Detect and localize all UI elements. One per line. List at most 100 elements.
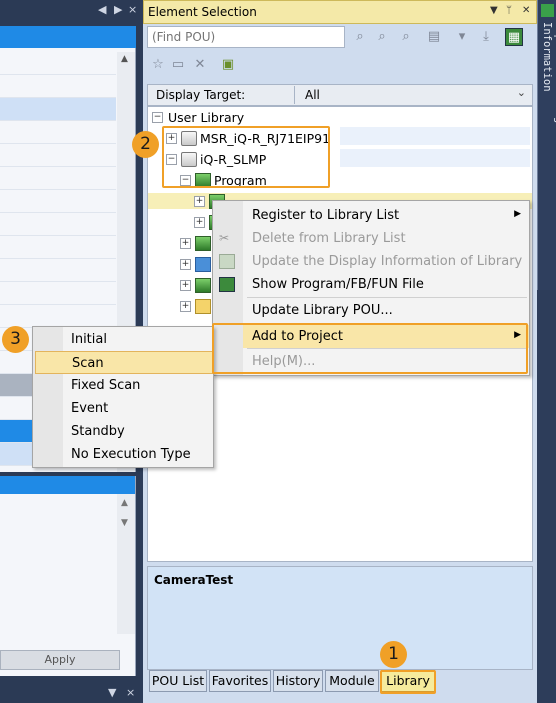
find-previous-icon[interactable]: ⌕ bbox=[351, 28, 369, 46]
scroll-up-icon[interactable]: ▲ bbox=[121, 54, 128, 64]
tree-row-shading bbox=[340, 149, 530, 167]
callout-box-library-tab bbox=[380, 670, 436, 694]
submenu-item-event[interactable]: Event bbox=[35, 397, 213, 420]
menu-item-show-file[interactable]: Show Program/FB/FUN File bbox=[219, 273, 529, 296]
window-titlebar: Element Selection ▼ ᛘ ✕ bbox=[143, 0, 537, 24]
list-item[interactable] bbox=[0, 259, 116, 282]
menu-item-update-library-pou[interactable]: Update Library POU... bbox=[243, 299, 529, 322]
menu-item-update-display-info[interactable]: Update the Display Information of Librar… bbox=[219, 250, 529, 273]
folder-icon[interactable]: ▭ bbox=[169, 56, 187, 74]
submenu-item-fixed-scan[interactable]: Fixed Scan bbox=[35, 374, 213, 397]
vertical-scrollbar[interactable]: ▲ ▼ bbox=[117, 494, 135, 634]
pin-icon[interactable]: ᛘ bbox=[506, 5, 512, 16]
submenu-item-standby[interactable]: Standby bbox=[35, 420, 213, 443]
tab-favorites[interactable]: Favorites bbox=[209, 670, 271, 692]
find-toolbar: ⌕ ⌕ ⌕ ▤ ▾ ⤓ ▦ bbox=[147, 26, 533, 50]
data-type-icon bbox=[195, 278, 211, 293]
list-item[interactable] bbox=[0, 52, 116, 75]
menu-item-register-library[interactable]: Register to Library List ▶ bbox=[243, 204, 529, 227]
filter-icon[interactable]: ▾ bbox=[453, 28, 471, 46]
menu-item-label: Event bbox=[71, 401, 109, 416]
submenu-item-initial[interactable]: Initial bbox=[35, 328, 213, 351]
expand-icon[interactable]: + bbox=[180, 301, 191, 312]
callout-badge-2: 2 bbox=[132, 131, 159, 158]
chevron-down-icon: ⌄ bbox=[516, 86, 526, 99]
folder-icon bbox=[195, 299, 211, 314]
left-detail-header bbox=[0, 476, 135, 494]
tab-module[interactable]: Module bbox=[325, 670, 379, 692]
list-item[interactable] bbox=[0, 282, 116, 305]
info-icon bbox=[541, 4, 554, 17]
delete-icon[interactable]: ✕ bbox=[191, 56, 209, 74]
left-panel-titlebar: ◀ ▶ × bbox=[0, 0, 140, 22]
function-icon bbox=[195, 257, 211, 272]
find-all-icon[interactable]: ⌕ bbox=[397, 28, 415, 46]
tree-node-label: User Library bbox=[168, 110, 245, 125]
delete-library-icon: ✂ bbox=[219, 231, 230, 245]
window-menu-icon[interactable]: ▼ bbox=[490, 5, 498, 16]
tree-row-shading bbox=[340, 127, 530, 145]
menu-item-label: No Execution Type bbox=[71, 447, 191, 462]
display-target-label: Display Target: bbox=[156, 88, 246, 102]
display-icon[interactable]: ▣ bbox=[219, 56, 237, 74]
favorites-toolbar: ☆ ▭ ✕ ▣ bbox=[147, 56, 533, 76]
close-icon[interactable]: ✕ bbox=[522, 5, 530, 16]
expand-icon[interactable]: + bbox=[194, 217, 205, 228]
find-next-icon[interactable]: ⌕ bbox=[373, 28, 391, 46]
close-icon[interactable]: × bbox=[128, 3, 137, 16]
expand-icon[interactable]: + bbox=[194, 196, 205, 207]
menu-item-label: Fixed Scan bbox=[71, 378, 141, 393]
list-item[interactable] bbox=[0, 167, 116, 190]
side-tab-label: Input the Configuration Detailed Informa… bbox=[541, 22, 556, 225]
scroll-up-icon[interactable]: ▲ bbox=[121, 498, 128, 508]
configuration-side-tab[interactable]: Input the Configuration Detailed Informa… bbox=[537, 0, 556, 290]
star-icon[interactable]: ☆ bbox=[149, 56, 167, 74]
list-item[interactable] bbox=[0, 75, 116, 98]
display-target-select[interactable]: All ⌄ bbox=[294, 86, 532, 104]
folder-icon bbox=[195, 236, 211, 251]
callout-badge-1: 1 bbox=[380, 641, 407, 668]
scroll-down-icon[interactable]: ▼ bbox=[121, 518, 128, 528]
list-item[interactable] bbox=[0, 144, 116, 167]
pin-icon[interactable]: ▼ bbox=[108, 686, 116, 699]
find-pou-input[interactable] bbox=[147, 26, 345, 48]
menu-item-label: Standby bbox=[71, 424, 125, 439]
left-panel-bottom-bar: ▼ × bbox=[0, 684, 140, 703]
menu-separator bbox=[247, 297, 527, 298]
settings-icon[interactable]: ▤ bbox=[425, 28, 443, 46]
list-item[interactable] bbox=[0, 213, 116, 236]
list-item[interactable] bbox=[0, 305, 116, 328]
collapse-icon[interactable]: ⤓ bbox=[477, 28, 495, 46]
callout-box-libraries bbox=[162, 126, 330, 188]
menu-item-label: Initial bbox=[71, 332, 107, 347]
callout-box-add-to-project bbox=[212, 323, 528, 374]
tab-history[interactable]: History bbox=[273, 670, 323, 692]
left-panel-header bbox=[0, 26, 136, 48]
expand-icon[interactable]: + bbox=[180, 238, 191, 249]
menu-item-label: Scan bbox=[72, 356, 104, 371]
close-icon[interactable]: × bbox=[126, 686, 135, 699]
tab-next-icon[interactable]: ▶ bbox=[114, 3, 122, 16]
add-to-project-submenu: Initial Scan Fixed Scan Event Standby No… bbox=[32, 326, 214, 468]
menu-item-label: Update Library POU... bbox=[252, 303, 393, 318]
collapse-icon[interactable]: − bbox=[152, 112, 163, 123]
show-file-icon bbox=[219, 277, 235, 292]
update-display-icon bbox=[219, 254, 235, 269]
submenu-item-no-execution-type[interactable]: No Execution Type bbox=[35, 443, 213, 466]
submenu-arrow-icon: ▶ bbox=[514, 209, 521, 219]
menu-item-label: Update the Display Information of Librar… bbox=[252, 254, 523, 269]
menu-item-delete-library[interactable]: ✂ Delete from Library List bbox=[219, 227, 529, 250]
submenu-item-scan[interactable]: Scan bbox=[35, 351, 213, 374]
library-view-icon[interactable]: ▦ bbox=[505, 28, 523, 46]
pin-icon[interactable]: ◀ bbox=[98, 3, 106, 16]
tab-pou-list[interactable]: POU List bbox=[149, 670, 207, 692]
expand-icon[interactable]: + bbox=[180, 259, 191, 270]
expand-icon[interactable]: + bbox=[180, 280, 191, 291]
list-item[interactable] bbox=[0, 121, 116, 144]
list-item[interactable] bbox=[0, 190, 116, 213]
side-strip-background bbox=[537, 290, 556, 703]
list-item[interactable] bbox=[0, 98, 116, 121]
display-target-value: All bbox=[305, 88, 320, 102]
list-item[interactable] bbox=[0, 236, 116, 259]
apply-button[interactable]: Apply bbox=[0, 650, 120, 670]
